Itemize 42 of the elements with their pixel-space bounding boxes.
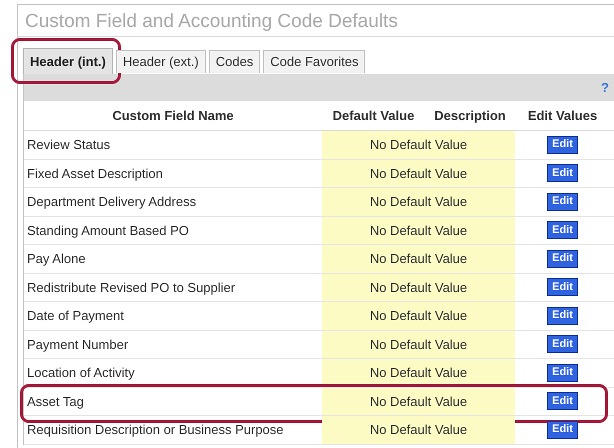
tab[interactable]: Code Favorites	[263, 50, 366, 73]
table-cell-text: Fixed Asset Description	[26, 164, 164, 183]
table-cell-text: Payment Number	[26, 336, 130, 354]
edit-button[interactable]: Edit	[547, 221, 578, 240]
table-cell: No Default Value	[322, 416, 515, 444]
edit-button[interactable]: Edit	[547, 278, 578, 296]
panel-title: Custom Field and Accounting Code Defaults	[18, 5, 614, 37]
table-cell-text: Standing Amount Based PO	[26, 222, 190, 240]
table-cell: No Default Value	[322, 274, 515, 301]
help-link[interactable]: ?	[601, 78, 609, 98]
edit-button[interactable]: Edit	[547, 306, 578, 325]
tab[interactable]: Header (int.)	[23, 48, 113, 74]
table-cell-text: Pay Alone	[26, 250, 87, 268]
table-cell: No Default Value	[322, 216, 515, 244]
table-cell: No Default Value	[322, 188, 515, 216]
column-header: Edit Values	[526, 106, 598, 125]
edit-button[interactable]: Edit	[547, 136, 578, 154]
table-cell-text: Department Delivery Address	[26, 193, 198, 211]
table-cell-text: Review Status	[26, 136, 112, 154]
table-cell: No Default Value	[322, 388, 515, 415]
edit-button[interactable]: Edit	[547, 192, 578, 211]
table-cell: No Default Value	[322, 330, 515, 358]
table-cell: No Default Value	[322, 131, 515, 158]
edit-button[interactable]: Edit	[547, 335, 578, 354]
table-cell-text: Requisition Description or Business Purpose	[26, 421, 285, 439]
table-cell-text: Redistribute Revised PO to Supplier	[26, 278, 236, 297]
edit-button[interactable]: Edit	[547, 420, 578, 439]
table-cell: No Default Value	[322, 160, 515, 187]
edit-button[interactable]: Edit	[547, 392, 578, 410]
table-cell: No Default Value	[322, 245, 515, 272]
tab[interactable]: Header (ext.)	[116, 50, 206, 73]
table-cell-text: Date of Payment	[26, 307, 125, 325]
table-cell-text: Asset Tag	[26, 392, 85, 411]
edit-button[interactable]: Edit	[547, 364, 578, 382]
tab[interactable]: Codes	[208, 50, 260, 73]
column-header: Default Value	[332, 106, 416, 125]
table-cell: No Default Value	[322, 302, 515, 330]
edit-button[interactable]: Edit	[547, 250, 578, 268]
column-header: Description	[433, 106, 507, 125]
edit-button[interactable]: Edit	[547, 164, 578, 182]
column-header: Custom Field Name	[111, 106, 235, 125]
table-cell-text: Location of Activity	[26, 364, 136, 382]
